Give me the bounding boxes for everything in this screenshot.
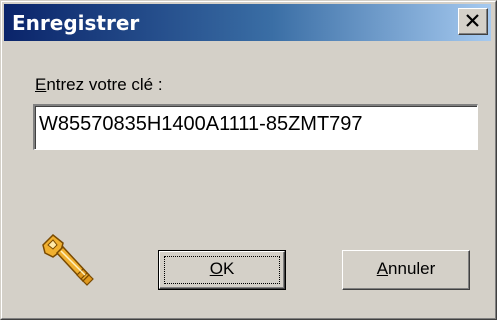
cancel-button-label: Annuler — [377, 259, 436, 278]
cancel-rest: nnuler — [388, 259, 436, 278]
cancel-mnemonic: A — [376, 259, 389, 278]
label-text: ntrez votre clé : — [46, 75, 163, 94]
ok-button-label: OK — [210, 259, 235, 278]
ok-mnemonic: O — [209, 259, 223, 278]
ok-button[interactable]: OK — [158, 250, 286, 290]
label-mnemonic: E — [35, 75, 47, 94]
ok-rest: K — [222, 259, 235, 278]
close-icon — [466, 14, 479, 27]
key-icon — [39, 231, 97, 296]
title-bar[interactable]: Enregistrer — [4, 4, 491, 41]
cancel-button[interactable]: Annuler — [342, 250, 470, 290]
register-dialog: Enregistrer Entrez votre clé : W85570835… — [0, 0, 497, 320]
dialog-title: Enregistrer — [12, 11, 140, 35]
key-input[interactable]: W85570835H1400A1111-85ZMT797 — [33, 104, 478, 150]
close-button[interactable] — [458, 8, 488, 35]
key-field-label: Entrez votre clé : — [35, 75, 163, 95]
